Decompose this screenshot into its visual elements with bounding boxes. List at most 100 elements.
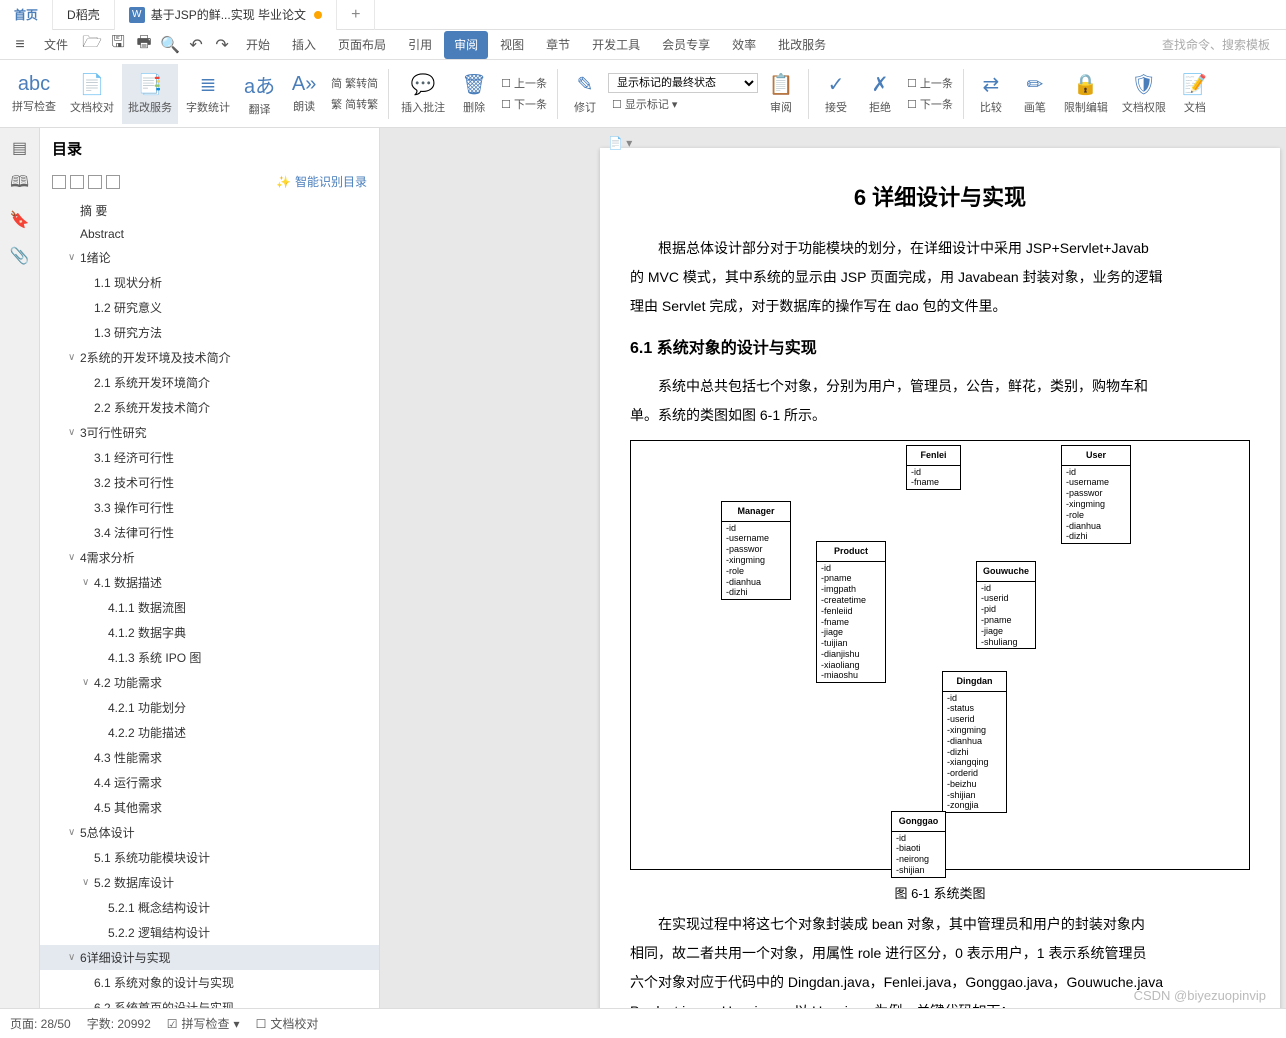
toc-item[interactable]: ∨4.2 功能需求 [40, 670, 379, 695]
next-change-button[interactable]: ☐ 下一条 [903, 94, 957, 114]
toc-list[interactable]: 摘 要Abstract∨1绪论1.1 现状分析1.2 研究意义1.3 研究方法∨… [40, 194, 379, 1008]
toc-item[interactable]: 3.4 法律可行性 [40, 520, 379, 545]
menu-view[interactable]: 视图 [490, 31, 534, 59]
toc-item[interactable]: 4.5 其他需求 [40, 795, 379, 820]
toc-item[interactable]: ∨4.1 数据描述 [40, 570, 379, 595]
rb-label: 批改服务 [128, 99, 172, 115]
insert-comment-button[interactable]: 💬插入批注 [395, 64, 451, 124]
box4-icon[interactable] [106, 175, 120, 189]
menu-chapter[interactable]: 章节 [536, 31, 580, 59]
menu-layout[interactable]: 页面布局 [328, 31, 396, 59]
toc-item[interactable]: 5.2.1 概念结构设计 [40, 895, 379, 920]
toc-item[interactable]: 摘 要 [40, 198, 379, 223]
menu-correct[interactable]: 批改服务 [768, 31, 836, 59]
menu-vip[interactable]: 会员专享 [652, 31, 720, 59]
to-simple-button[interactable]: 简 繁转简 [327, 73, 382, 93]
nav-change-group: ☐ 上一条 ☐ 下一条 [903, 73, 957, 114]
bookmark2-icon[interactable]: 🔖 [8, 208, 32, 232]
ink-button[interactable]: ✏画笔 [1014, 64, 1056, 124]
smart-toc-button[interactable]: ✨ 智能识别目录 [276, 173, 367, 190]
toc-item[interactable]: 4.2.1 功能划分 [40, 695, 379, 720]
toc-item[interactable]: ∨5总体设计 [40, 820, 379, 845]
toc-item[interactable]: 4.1.1 数据流图 [40, 595, 379, 620]
toc-item[interactable]: ∨4需求分析 [40, 545, 379, 570]
menu-insert[interactable]: 插入 [282, 31, 326, 59]
toc-item[interactable]: 1.3 研究方法 [40, 320, 379, 345]
open-icon[interactable]: 🗁 [80, 33, 104, 57]
outline-icon[interactable]: ▤ [8, 136, 32, 160]
doc-sign-button[interactable]: 📝文档 [1174, 64, 1216, 124]
page-tool-icon[interactable]: 📄 ▾ [608, 136, 632, 150]
proofread-button[interactable]: 📄文档校对 [64, 64, 120, 124]
undo-icon[interactable]: ↶ [184, 33, 208, 57]
toc-item[interactable]: ∨2系统的开发环境及技术简介 [40, 345, 379, 370]
next-comment-button[interactable]: ☐ 下一条 [497, 94, 551, 114]
delete-comment-button[interactable]: 🗑删除 [453, 64, 495, 124]
translate-button[interactable]: aあ翻译 [238, 64, 281, 124]
menu-dev[interactable]: 开发工具 [582, 31, 650, 59]
spell-check-button[interactable]: abc拼写检查 [6, 64, 62, 124]
toc-item[interactable]: 6.1 系统对象的设计与实现 [40, 970, 379, 995]
box3-icon[interactable] [88, 175, 102, 189]
toc-item[interactable]: 2.2 系统开发技术简介 [40, 395, 379, 420]
toc-item[interactable]: 4.1.3 系统 IPO 图 [40, 645, 379, 670]
collapse-icon[interactable] [52, 175, 66, 189]
markup-select[interactable]: 显示标记的最终状态 [608, 73, 758, 93]
to-trad-button[interactable]: 繁 简转繁 [327, 94, 382, 114]
batch-correct-button[interactable]: 📑批改服务 [122, 64, 178, 124]
toc-item[interactable]: 5.2.2 逻辑结构设计 [40, 920, 379, 945]
toc-item[interactable]: ∨1绪论 [40, 245, 379, 270]
show-markup-button[interactable]: ☐ 显示标记 ▾ [608, 94, 758, 114]
attach-icon[interactable]: 📎 [8, 244, 32, 268]
document-area[interactable]: 📄 ▾ 6 详细设计与实现 根据总体设计部分对于功能模块的划分，在详细设计中采用… [380, 128, 1286, 1008]
word-count-button[interactable]: ≣字数统计 [180, 64, 236, 124]
search-input[interactable]: 查找命令、搜索模板 [1154, 34, 1278, 55]
menu-eff[interactable]: 效率 [722, 31, 766, 59]
save-icon[interactable]: 🖫 [106, 33, 130, 57]
toc-item[interactable]: 2.1 系统开发环境简介 [40, 370, 379, 395]
restrict-edit-button[interactable]: 🔒限制编辑 [1058, 64, 1114, 124]
redo-icon[interactable]: ↷ [210, 33, 234, 57]
toc-item[interactable]: Abstract [40, 223, 379, 245]
toc-item[interactable]: 4.2.2 功能描述 [40, 720, 379, 745]
toc-item[interactable]: 4.3 性能需求 [40, 745, 379, 770]
page-indicator[interactable]: 页面: 28/50 [10, 1015, 71, 1032]
tab-docker[interactable]: D稻壳 [53, 0, 115, 30]
word-count[interactable]: 字数: 20992 [87, 1015, 151, 1032]
toc-item[interactable]: 1.2 研究意义 [40, 295, 379, 320]
review-pane-button[interactable]: 📋审阅 [760, 64, 802, 124]
proof-toggle[interactable]: ☐ 文档校对 [256, 1015, 319, 1032]
expand-icon[interactable] [70, 175, 84, 189]
toc-item[interactable]: ∨3可行性研究 [40, 420, 379, 445]
prev-change-button[interactable]: ☐ 上一条 [903, 73, 957, 93]
preview-icon[interactable]: 🔍 [158, 33, 182, 57]
toc-item[interactable]: 3.1 经济可行性 [40, 445, 379, 470]
read-aloud-button[interactable]: A»朗读 [283, 64, 325, 124]
doc-perm-button[interactable]: 🛡文档权限 [1116, 64, 1172, 124]
tab-document[interactable]: W基于JSP的鲜...实现 毕业论文 [115, 0, 337, 30]
prev-comment-button[interactable]: ☐ 上一条 [497, 73, 551, 93]
reject-button[interactable]: ✗拒绝 [859, 64, 901, 124]
toc-item[interactable]: 4.4 运行需求 [40, 770, 379, 795]
toc-item[interactable]: 5.1 系统功能模块设计 [40, 845, 379, 870]
toc-item[interactable]: 6.2 系统首页的设计与实现 [40, 995, 379, 1008]
track-changes-button[interactable]: ✎修订 [564, 64, 606, 124]
menu-review[interactable]: 审阅 [444, 31, 488, 59]
tab-home[interactable]: 首页 [0, 0, 53, 30]
toc-item[interactable]: ∨5.2 数据库设计 [40, 870, 379, 895]
menu-start[interactable]: 开始 [236, 31, 280, 59]
toc-item[interactable]: 4.1.2 数据字典 [40, 620, 379, 645]
menu-file[interactable]: 文件 [34, 31, 78, 59]
tab-add[interactable]: + [337, 0, 375, 30]
compare-button[interactable]: ⇄比较 [970, 64, 1012, 124]
spell-toggle[interactable]: ☑ 拼写检查 ▾ [167, 1015, 240, 1032]
toc-item[interactable]: 3.3 操作可行性 [40, 495, 379, 520]
hamburger-icon[interactable]: ≡ [8, 33, 32, 57]
toc-item[interactable]: 1.1 现状分析 [40, 270, 379, 295]
toc-item[interactable]: ∨6详细设计与实现 [40, 945, 379, 970]
bookmark-icon[interactable]: 🕮 [8, 172, 32, 196]
print-icon[interactable]: 🖶 [132, 33, 156, 57]
toc-item[interactable]: 3.2 技术可行性 [40, 470, 379, 495]
menu-ref[interactable]: 引用 [398, 31, 442, 59]
accept-button[interactable]: ✓接受 [815, 64, 857, 124]
